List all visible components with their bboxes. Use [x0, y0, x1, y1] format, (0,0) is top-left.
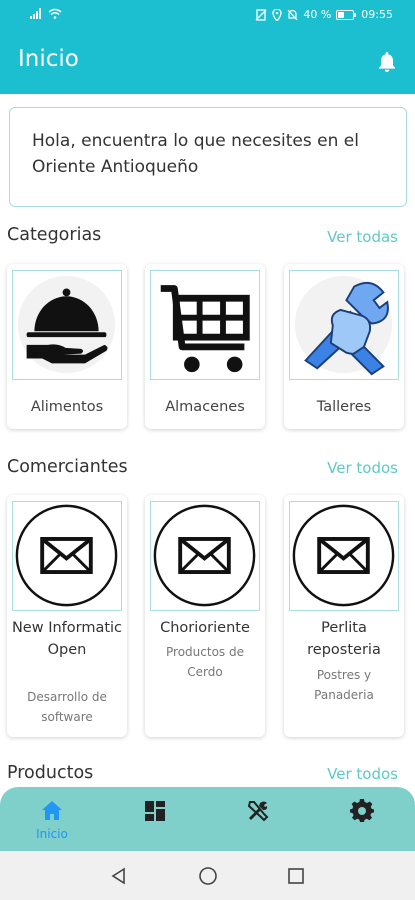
- categories-see-all-link[interactable]: Ver todas: [327, 228, 398, 246]
- merchant-image: [150, 501, 260, 611]
- category-image: [12, 270, 122, 380]
- clock: 09:55: [361, 8, 393, 21]
- bell-icon[interactable]: [375, 50, 399, 74]
- greeting-text: Hola, encuentra lo que necesites en el O…: [32, 131, 359, 177]
- home-button-icon[interactable]: [198, 866, 218, 886]
- category-label: Almacenes: [165, 399, 245, 415]
- page-title: Inicio: [18, 46, 79, 72]
- wrench-hand-icon: [294, 275, 393, 376]
- status-bar: 40 % 09:55: [0, 0, 415, 30]
- merchant-description: Productos de Cerdo: [166, 645, 244, 679]
- system-navigation-bar: [0, 851, 415, 900]
- category-label: Alimentos: [30, 399, 104, 415]
- products-title: Productos: [7, 763, 94, 783]
- tools-icon: [247, 801, 269, 822]
- back-icon[interactable]: [110, 867, 128, 885]
- merchant-card[interactable]: Chorioriente Productos de Cerdo: [145, 495, 265, 737]
- merchant-name: Perlita reposteria: [307, 620, 381, 658]
- app-bar: Inicio: [0, 30, 415, 94]
- merchant-description: Postres y Panaderia: [314, 668, 374, 702]
- merchant-description: Desarrollo de software: [27, 690, 107, 724]
- category-card-talleres[interactable]: Talleres: [284, 264, 404, 429]
- category-card-alimentos[interactable]: Alimentos: [7, 264, 127, 429]
- no-sim-icon: [255, 8, 267, 21]
- category-label: Talleres: [316, 399, 372, 415]
- merchants-title: Comerciantes: [7, 457, 128, 477]
- recents-icon[interactable]: [287, 867, 305, 885]
- nav-label: Inicio: [36, 827, 68, 841]
- location-icon: [272, 8, 282, 21]
- category-card-almacenes[interactable]: Almacenes: [145, 264, 265, 429]
- dashboard-icon: [145, 801, 165, 821]
- mail-icon: [153, 504, 256, 607]
- merchant-card[interactable]: Perlita reposteria Postres y Panaderia: [284, 495, 404, 737]
- merchant-name: New Informatic Open: [11, 620, 123, 658]
- nav-item-inicio[interactable]: Inicio: [12, 787, 92, 851]
- category-image: [150, 270, 260, 380]
- mail-icon: [292, 504, 395, 607]
- greeting-card: Hola, encuentra lo que necesites en el O…: [9, 107, 407, 207]
- merchant-image: [289, 501, 399, 611]
- mail-icon: [15, 504, 118, 607]
- bottom-navigation: Inicio: [0, 787, 415, 851]
- wifi-icon: [48, 8, 62, 19]
- products-see-all-link[interactable]: Ver todos: [327, 765, 398, 783]
- categories-title: Categorias: [7, 225, 102, 245]
- mute-icon: [287, 9, 298, 20]
- battery-percentage: 40 %: [303, 8, 332, 21]
- settings-icon: [350, 799, 374, 823]
- nav-item-tools[interactable]: [218, 787, 298, 851]
- battery-icon: [336, 9, 357, 20]
- merchant-image: [12, 501, 122, 611]
- serving-cloche-icon: [17, 275, 116, 374]
- nav-item-dashboard[interactable]: [115, 787, 195, 851]
- home-icon: [42, 801, 62, 820]
- merchant-card[interactable]: New Informatic Open Desarrollo de softwa…: [7, 495, 127, 737]
- signal-icon: [30, 8, 41, 19]
- nav-item-settings[interactable]: [322, 787, 402, 851]
- merchants-see-all-link[interactable]: Ver todos: [327, 459, 398, 477]
- category-image: [289, 270, 399, 380]
- shopping-cart-icon: [160, 285, 250, 373]
- merchant-name: Chorioriente: [160, 620, 250, 636]
